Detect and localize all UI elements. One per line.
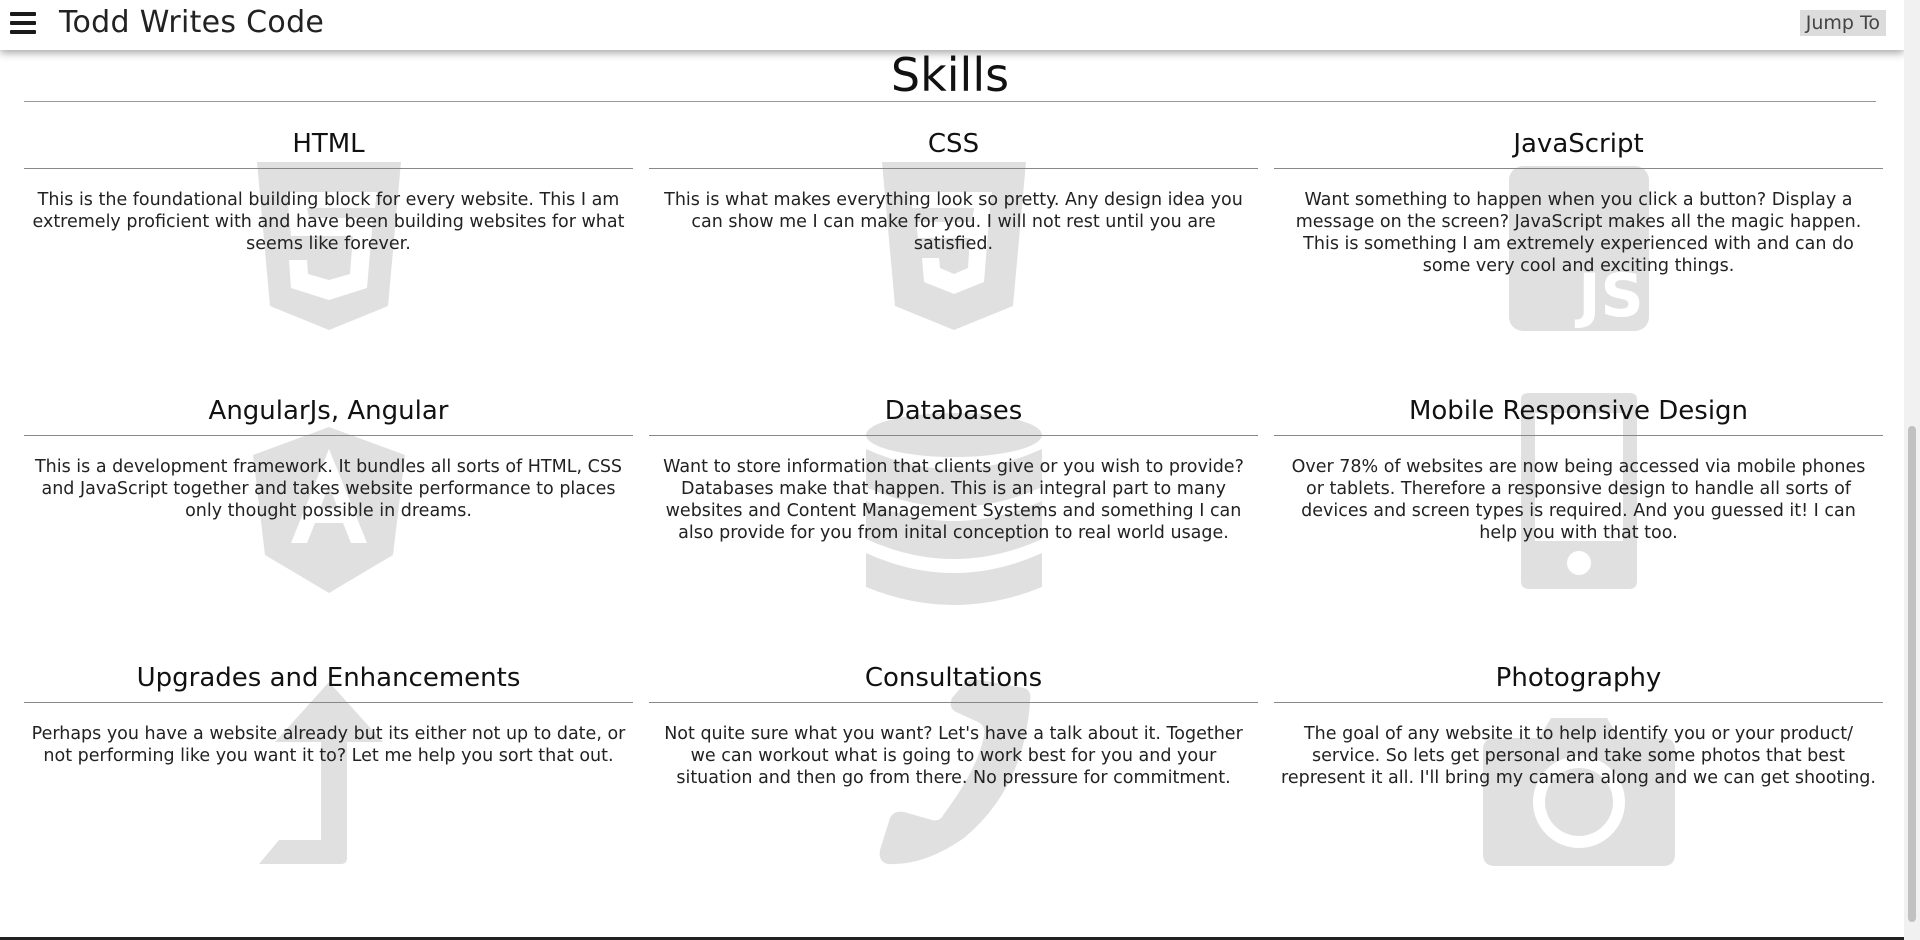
skill-title: Databases	[884, 396, 1023, 426]
jump-to-button[interactable]: Jump To	[1799, 10, 1886, 36]
skill-description: Perhaps you have a website already but i…	[31, 724, 626, 766]
skill-title: AngularJs, Angular	[208, 396, 449, 426]
section-title: Skills	[890, 48, 1010, 102]
skill-card-mobile-responsive: Mobile Responsive Design Over 78% of web…	[1274, 391, 1883, 658]
skill-description: Over 78% of websites are now being acces…	[1291, 457, 1866, 543]
skill-title: JavaScript	[1513, 129, 1644, 159]
skill-title: Upgrades and Enhancements	[136, 663, 521, 693]
skill-description: This is the foundational building block …	[32, 190, 625, 254]
skill-card-css: CSS This is what makes everything look s…	[649, 124, 1258, 391]
top-nav-bar: Todd Writes Code Jump To	[0, 0, 1904, 50]
page: Todd Writes Code Jump To Skills HTML Thi…	[0, 0, 1920, 940]
skill-title: CSS	[927, 129, 980, 159]
skills-grid: HTML This is the foundational building b…	[24, 124, 1883, 925]
skill-title: Mobile Responsive Design	[1408, 396, 1749, 426]
skill-description: This is a development framework. It bund…	[34, 457, 623, 521]
skill-title: HTML	[292, 129, 365, 159]
skill-card-photography: Photography The goal of any website it t…	[1274, 658, 1883, 925]
skill-card-consultations: Consultations Not quite sure what you wa…	[649, 658, 1258, 925]
skill-card-upgrades: Upgrades and Enhancements Perhaps you ha…	[24, 658, 633, 925]
skill-description: Want something to happen when you click …	[1295, 190, 1862, 276]
skill-card-javascript: JS JavaScript Want something to happen w…	[1274, 124, 1883, 391]
skill-card-angular: AngularJs, Angular This is a development…	[24, 391, 633, 658]
skill-description: The goal of any website it to help ident…	[1281, 724, 1876, 788]
hamburger-menu-icon[interactable]	[10, 12, 36, 36]
scrollbar-thumb[interactable]	[1908, 426, 1916, 922]
vertical-scrollbar[interactable]	[1904, 0, 1920, 940]
site-title[interactable]: Todd Writes Code	[59, 5, 324, 40]
skill-description: Not quite sure what you want? Let's have…	[664, 724, 1243, 788]
skill-title: Photography	[1495, 663, 1662, 693]
skill-card-html: HTML This is the foundational building b…	[24, 124, 633, 391]
skill-card-databases: Databases Want to store information that…	[649, 391, 1258, 658]
section-divider	[24, 101, 1876, 102]
skill-description: Want to store information that clients g…	[663, 457, 1244, 543]
skill-description: This is what makes everything look so pr…	[664, 190, 1243, 254]
skill-title: Consultations	[864, 663, 1043, 693]
